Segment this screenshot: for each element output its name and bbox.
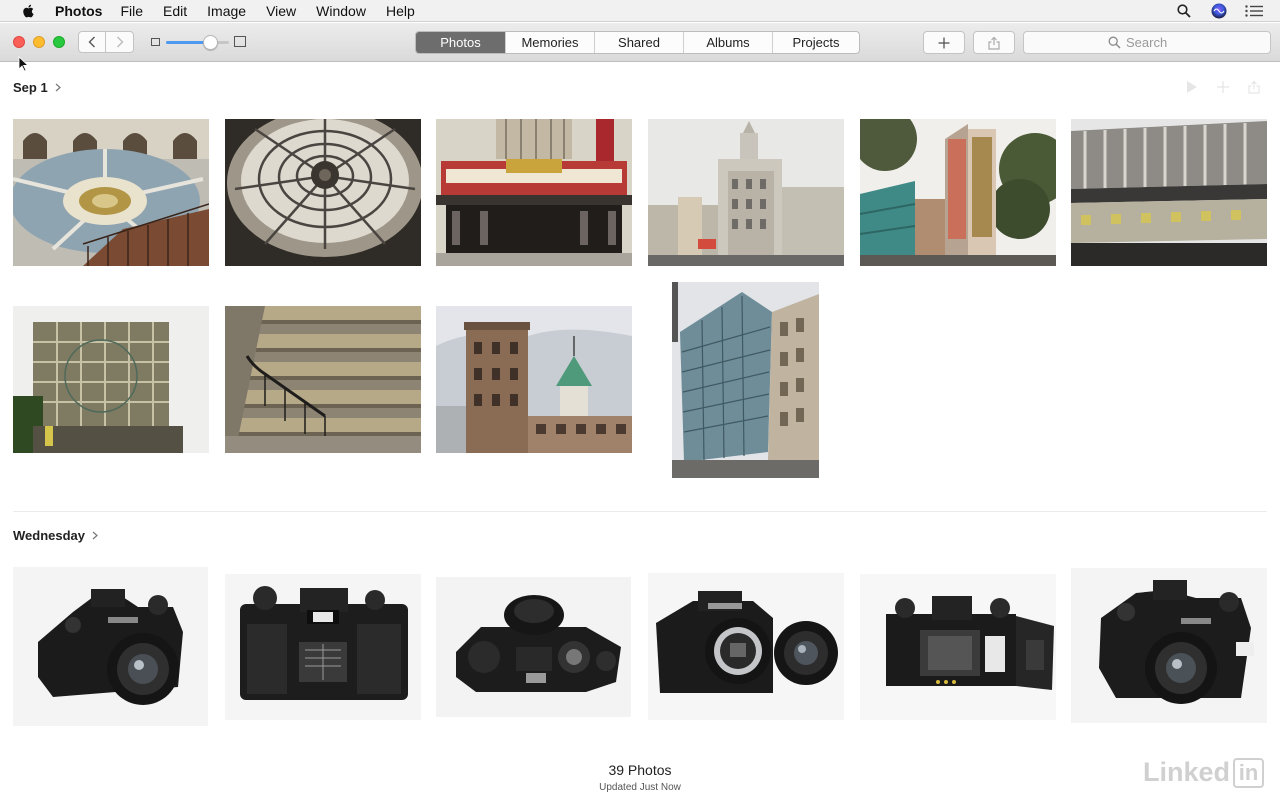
zoom-slider-thumb[interactable]: [202, 35, 218, 50]
app-menu[interactable]: Photos: [55, 3, 102, 19]
camera-body-lens-photo[interactable]: [648, 573, 844, 720]
photos-content[interactable]: Sep 1 Wednesday 39 Photos Updated Just N…: [0, 63, 1280, 800]
menu-view[interactable]: View: [266, 3, 296, 19]
glass-skyscraper-photo[interactable]: [672, 282, 819, 478]
plus-icon[interactable]: [1216, 80, 1230, 94]
camera-top-photo[interactable]: [436, 577, 631, 717]
play-slideshow-icon[interactable]: [1186, 80, 1198, 94]
search-field[interactable]: [1023, 31, 1271, 54]
notification-center-icon[interactable]: [1245, 2, 1263, 20]
chevron-left-icon: [88, 36, 95, 48]
spotlight-icon[interactable]: [1175, 2, 1193, 20]
tab-albums[interactable]: Albums: [683, 32, 772, 53]
menu-bar: Photos File Edit Image View Window Help: [0, 0, 1280, 22]
camera-angle-photo[interactable]: [1071, 568, 1267, 723]
minimize-window-button[interactable]: [33, 36, 45, 48]
search-icon: [1108, 36, 1121, 49]
view-tabs: Photos Memories Shared Albums Projects: [415, 31, 860, 54]
tab-shared[interactable]: Shared: [594, 32, 683, 53]
linkedin-watermark: Linked in: [1143, 757, 1264, 788]
menu-window[interactable]: Window: [316, 3, 366, 19]
section-actions: [1186, 80, 1260, 94]
photo-count: 39 Photos: [608, 762, 672, 778]
glass-dome-photo[interactable]: [225, 119, 421, 266]
chevron-right-icon: [116, 36, 123, 48]
tab-photos[interactable]: Photos: [416, 32, 505, 53]
add-button[interactable]: [923, 31, 965, 54]
forward-button[interactable]: [106, 31, 134, 53]
chevron-right-icon: [92, 531, 98, 540]
moment-title-wednesday[interactable]: Wednesday: [13, 528, 98, 543]
camera-open-back-photo[interactable]: [860, 574, 1056, 720]
mouse-cursor-icon: [18, 56, 29, 72]
back-button[interactable]: [78, 31, 106, 53]
zoom-out-icon[interactable]: [151, 38, 160, 46]
plus-icon: [938, 37, 950, 48]
apple-menu-icon[interactable]: [19, 3, 39, 19]
share-icon[interactable]: [1248, 80, 1260, 94]
zoom-in-icon[interactable]: [234, 36, 246, 47]
window-reflection-photo[interactable]: [13, 306, 209, 453]
moment-title-sep-1[interactable]: Sep 1: [13, 80, 61, 95]
camera-back-photo[interactable]: [225, 574, 421, 720]
camera-front-photo[interactable]: [13, 567, 208, 726]
menu-edit[interactable]: Edit: [163, 3, 187, 19]
siri-icon[interactable]: [1210, 2, 1228, 20]
menu-image[interactable]: Image: [207, 3, 246, 19]
menu-file[interactable]: File: [120, 3, 143, 19]
window-toolbar: Photos Memories Shared Albums Projects: [0, 23, 1280, 62]
city-street-tower-photo[interactable]: [648, 119, 844, 266]
tab-projects[interactable]: Projects: [772, 32, 859, 53]
sync-status: Updated Just Now: [599, 782, 681, 793]
maximize-window-button[interactable]: [53, 36, 65, 48]
section-divider: [13, 511, 1267, 512]
zoom-slider[interactable]: [166, 41, 229, 44]
chevron-right-icon: [55, 83, 61, 92]
theater-marquee-photo[interactable]: [436, 119, 632, 266]
clock-tower-photo[interactable]: [436, 306, 632, 453]
stairs-railing-photo[interactable]: [225, 306, 421, 453]
search-input[interactable]: [1126, 35, 1186, 50]
menu-help[interactable]: Help: [386, 3, 415, 19]
building-facade-photo[interactable]: [1071, 119, 1267, 266]
tab-memories[interactable]: Memories: [505, 32, 594, 53]
share-button[interactable]: [973, 31, 1015, 54]
art-deco-theater-photo[interactable]: [860, 119, 1056, 266]
share-icon: [988, 36, 1000, 50]
rotunda-staircase-photo[interactable]: [13, 119, 209, 266]
close-window-button[interactable]: [13, 36, 25, 48]
